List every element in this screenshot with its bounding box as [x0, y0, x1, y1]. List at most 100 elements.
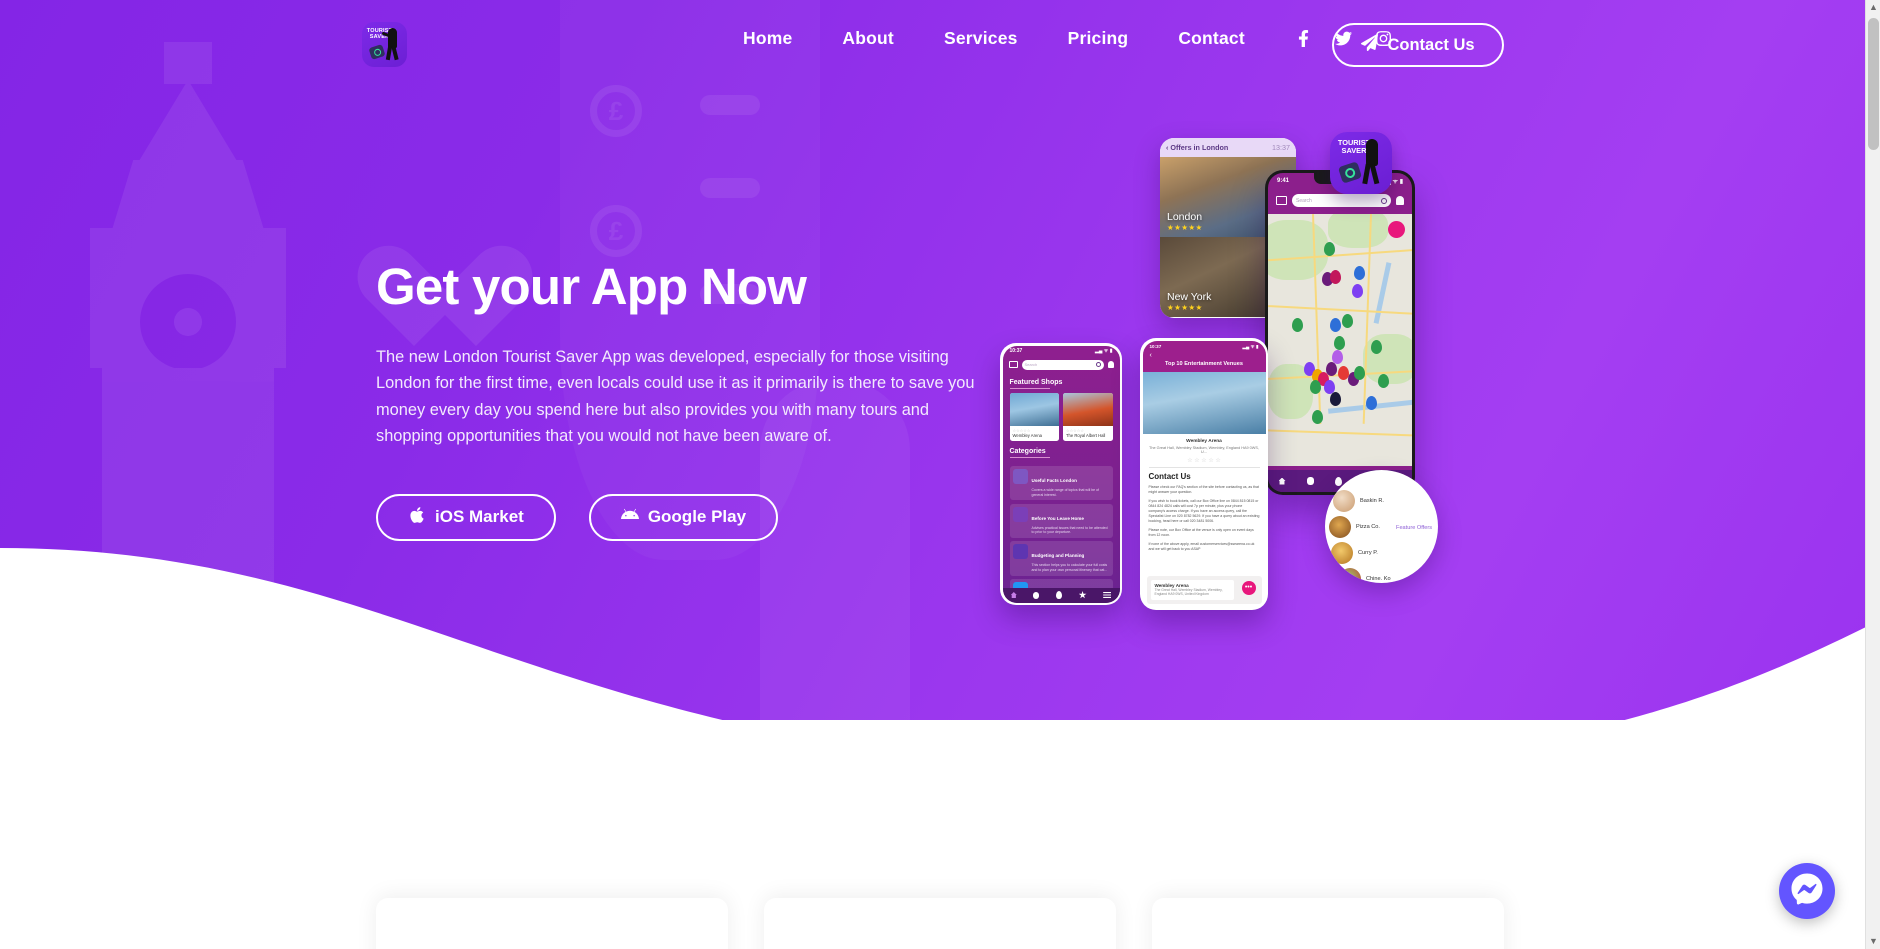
recenter-button[interactable]: [1388, 221, 1405, 238]
contact-paragraph: If you wish to book tickets, call our Bo…: [1148, 498, 1260, 523]
category-title: Budgeting and Planning: [1031, 553, 1085, 559]
map-view[interactable]: [1268, 214, 1412, 466]
shop-card[interactable]: ☆☆☆☆☆ The Royal Albert Hall: [1063, 392, 1113, 441]
venue-details: Wembley Arena The Great Hall, Wembley St…: [1143, 434, 1266, 562]
bell-icon[interactable]: [1107, 361, 1114, 368]
category-desc: Covers a wide range of topics that will …: [1031, 488, 1100, 497]
offer-name: Baskin R.: [1360, 498, 1384, 504]
watermark-pill-shape: [700, 178, 760, 198]
shop-name: Wembley Arena: [1012, 432, 1042, 438]
categories-list: Useful Facts London Covers a wide range …: [1003, 462, 1120, 603]
back-icon[interactable]: ‹: [1150, 352, 1259, 359]
person-icon[interactable]: [1306, 477, 1314, 485]
shop-card[interactable]: ☆☆☆☆☆ Wembley Arena: [1009, 392, 1059, 441]
facebook-icon[interactable]: [1284, 30, 1324, 47]
search-placeholder: Search: [1024, 362, 1038, 367]
offer-list-item[interactable]: Curry P.: [1331, 540, 1438, 566]
featured-shops-list: ☆☆☆☆☆ Wembley Arena ☆☆☆☆☆ The Royal Albe…: [1003, 392, 1120, 441]
category-item[interactable]: Budgeting and Planning This section help…: [1009, 541, 1113, 576]
offer-list-item[interactable]: Chine. Ko: [1339, 566, 1438, 583]
home-phone-statusbar: 10:37 ▂▄ ᯤ ▮: [1003, 346, 1120, 357]
venue-name: Wembley Arena: [1186, 438, 1222, 444]
category-item[interactable]: Before You Leave Home Advises practical …: [1009, 503, 1113, 538]
home-phone-bottom-nav: [1002, 587, 1120, 603]
venue-address: The Great Hall, Wembley Stadium, Wembley…: [1149, 445, 1259, 454]
google-play-button[interactable]: Google Play: [588, 493, 779, 541]
door-icon: [1012, 506, 1028, 522]
location-pin-icon[interactable]: [1334, 476, 1342, 486]
feature-card[interactable]: [376, 898, 728, 949]
venue-phone-statusbar: 10:37 ▂▄ ᯤ ▮: [1150, 344, 1259, 350]
contact-us-label: Contact Us: [1387, 35, 1475, 54]
app-mockups: ‹ Offers in London 13:37 London ★★★★★ → …: [1000, 100, 1880, 740]
top-navbar: TOURIST SAVER Home About Services Pricin…: [0, 0, 1880, 78]
store-buttons: iOS Market Google Play: [376, 493, 1016, 541]
badge-line2: SAVER: [1341, 146, 1367, 156]
offer-thumbnail: [1329, 516, 1351, 538]
book-icon[interactable]: [1008, 360, 1018, 369]
status-time: 10:37: [1149, 343, 1162, 349]
feature-card[interactable]: [764, 898, 1116, 949]
paper-plane-icon: [1361, 33, 1379, 56]
venue-rating[interactable]: ☆ ☆ ☆ ☆ ☆: [1148, 457, 1260, 468]
nav-item-services[interactable]: Services: [919, 28, 1043, 49]
venue-hero-image: [1142, 371, 1266, 434]
android-icon: [620, 506, 639, 529]
offers-back-label: ‹ Offers in London: [1166, 143, 1229, 152]
section-underline: [1009, 456, 1050, 459]
page-title: Get your App Now: [376, 258, 807, 315]
status-time: 9:41: [1277, 178, 1290, 184]
offers-card-header: ‹ Offers in London 13:37: [1160, 138, 1296, 157]
search-input[interactable]: Search: [1021, 359, 1104, 370]
contact-us-button[interactable]: Contact Us: [1332, 23, 1504, 67]
person-icon[interactable]: [1033, 591, 1040, 599]
search-input[interactable]: Search: [1292, 194, 1391, 207]
hero-content: Get your App Now The new London Tourist …: [376, 260, 1016, 541]
hero-paragraph: The new London Tourist Saver App was dev…: [376, 347, 975, 446]
menu-icon[interactable]: [1103, 592, 1112, 598]
home-icon[interactable]: [1010, 592, 1017, 598]
status-signal-icons: ▂▄ ᯤ ▮: [1095, 348, 1113, 354]
offer-thumbnail: [1333, 490, 1355, 512]
nav-item-about[interactable]: About: [817, 28, 919, 49]
more-options-button[interactable]: •••: [1241, 580, 1256, 595]
star-icon[interactable]: [1078, 591, 1087, 599]
offer-name: Pizza Co.: [1356, 524, 1380, 530]
shop-thumbnail: [1063, 392, 1113, 426]
nav-item-pricing[interactable]: Pricing: [1043, 28, 1154, 49]
section-underline: [1009, 387, 1050, 389]
status-time: 10:37: [1009, 348, 1023, 354]
offer-thumbnail: [1331, 542, 1353, 564]
book-icon[interactable]: [1276, 196, 1287, 205]
nav-item-home[interactable]: Home: [718, 28, 817, 49]
contact-paragraph: If none of the above apply, email custom…: [1148, 542, 1255, 552]
shop-rating: ☆☆☆☆☆: [1012, 427, 1031, 433]
offer-caption: London: [1167, 211, 1203, 223]
scroll-down-icon[interactable]: ▼: [1866, 934, 1880, 949]
status-signal-icons: ▂▄ ᯤ ▮: [1242, 343, 1259, 349]
search-placeholder: Search: [1296, 197, 1312, 204]
ios-market-button[interactable]: iOS Market: [376, 493, 556, 541]
offer-name: Chine. Ko: [1366, 576, 1391, 582]
app-icon-badge: TOURIST SAVER: [1330, 132, 1392, 194]
ios-market-label: iOS Market: [435, 507, 524, 527]
location-pin-icon[interactable]: [1055, 591, 1062, 599]
brand-logo[interactable]: TOURIST SAVER: [362, 22, 407, 67]
category-desc: Advises practical issues that need to be…: [1031, 525, 1108, 535]
contact-paragraph: Please check our FAQ's section of the si…: [1148, 484, 1259, 494]
search-icon: [1095, 362, 1101, 367]
watermark-pill-shape: [700, 95, 760, 115]
featured-shops-heading: Featured Shops: [1009, 378, 1063, 386]
category-title: Before You Leave Home: [1031, 515, 1084, 521]
home-phone-mockup: 10:37 ▂▄ ᯤ ▮ Search Featured Shops ☆☆☆☆☆…: [1000, 343, 1122, 605]
offer-list-item[interactable]: Baskin R.: [1333, 488, 1438, 514]
home-icon[interactable]: [1278, 477, 1286, 485]
nav-item-contact[interactable]: Contact: [1153, 28, 1270, 49]
messenger-chat-button[interactable]: [1779, 863, 1835, 919]
messenger-icon: [1791, 873, 1823, 910]
bell-icon[interactable]: [1396, 196, 1404, 205]
feature-card[interactable]: [1152, 898, 1504, 949]
footer-venue-address: The Great Hall, Wembley Stadium, Wembley…: [1154, 587, 1223, 597]
category-item[interactable]: Useful Facts London Covers a wide range …: [1009, 466, 1113, 501]
category-title: Useful Facts London: [1031, 478, 1077, 484]
